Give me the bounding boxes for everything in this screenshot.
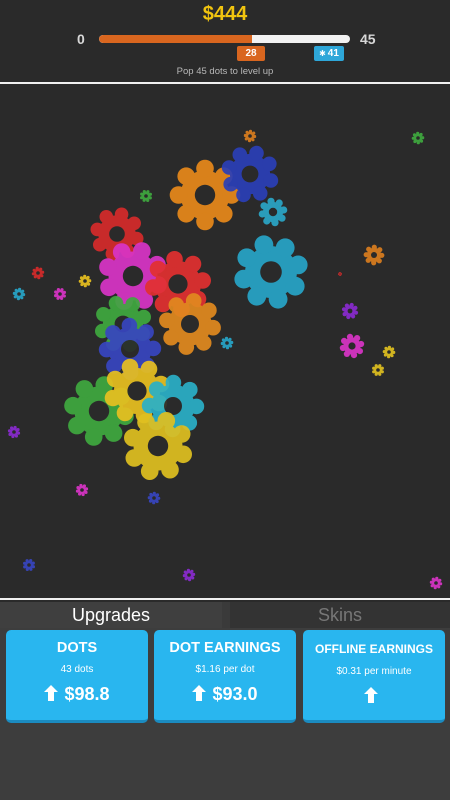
dot-splat[interactable]: [31, 266, 45, 280]
card-price: $93.0: [154, 684, 296, 705]
offline-earnings-upgrade-card[interactable]: OFFLINE EARNINGS $0.31 per minute: [303, 630, 445, 723]
card-price: [303, 686, 445, 707]
dot-earnings-upgrade-card[interactable]: DOT EARNINGS $1.16 per dot $93.0: [154, 630, 296, 723]
dots-upgrade-card[interactable]: DOTS 43 dots $98.8: [6, 630, 148, 723]
level-start-label: 0: [77, 31, 85, 47]
tab-upgrades[interactable]: Upgrades: [0, 602, 222, 628]
dot-splat[interactable]: [7, 425, 21, 439]
arrow-up-icon: [44, 685, 59, 701]
dot-splat[interactable]: [258, 197, 288, 227]
target-count-label: 41: [327, 48, 339, 59]
level-progress-bar: [99, 35, 350, 43]
money-display: $444: [202, 3, 248, 25]
dot-splat[interactable]: [220, 336, 234, 350]
tab-bar: Upgrades Skins: [0, 602, 450, 628]
card-title: DOTS: [56, 640, 98, 656]
splat-icon: ✱: [319, 49, 326, 58]
dot-splat[interactable]: [339, 333, 365, 359]
level-progress-fill: [99, 35, 253, 43]
dot-splat[interactable]: [147, 491, 161, 505]
dot-splat[interactable]: [382, 345, 396, 359]
popped-count-badge: 28: [237, 46, 265, 61]
top-bar: $444 0 45 28 ✱ 41 Pop 45 dots to level up: [0, 0, 450, 82]
dot-splat[interactable]: [182, 568, 196, 582]
upgrades-panel: DOTS 43 dots $98.8 DOT EARNINGS $1.16 pe…: [0, 628, 450, 800]
arrow-up-icon: [364, 687, 378, 703]
card-title: OFFLINE EARNINGS: [314, 642, 433, 656]
dot-splat[interactable]: [341, 302, 359, 320]
dot-splat[interactable]: [75, 483, 89, 497]
dot-splat[interactable]: [429, 576, 443, 590]
dot-splat[interactable]: [411, 131, 425, 145]
target-count-badge: ✱ 41: [314, 46, 344, 61]
dot-splat[interactable]: [338, 272, 342, 276]
card-price: $98.8: [6, 684, 148, 705]
level-hint: Pop 45 dots to level up: [176, 66, 274, 77]
play-field[interactable]: [0, 82, 450, 600]
dots-canvas[interactable]: [0, 84, 450, 598]
dot-splat[interactable]: [78, 274, 92, 288]
dot-splat[interactable]: [372, 364, 384, 376]
level-end-label: 45: [360, 31, 376, 47]
arrow-up-icon: [192, 685, 207, 701]
card-subtitle: $0.31 per minute: [336, 666, 412, 677]
card-subtitle: 43 dots: [60, 664, 94, 675]
tab-skins[interactable]: Skins: [230, 602, 450, 628]
dot-splat[interactable]: [363, 244, 385, 266]
card-price-value: $93.0: [212, 684, 258, 704]
card-subtitle: $1.16 per dot: [195, 664, 255, 675]
dot-splat[interactable]: [12, 287, 26, 301]
dot-splat[interactable]: [243, 129, 257, 143]
dot-splat[interactable]: [23, 559, 35, 571]
card-price-value: $98.8: [64, 684, 110, 704]
dot-splat[interactable]: [54, 288, 66, 300]
dot-splat[interactable]: [140, 190, 152, 202]
dot-splat[interactable]: [234, 235, 308, 309]
card-title: DOT EARNINGS: [169, 640, 281, 656]
